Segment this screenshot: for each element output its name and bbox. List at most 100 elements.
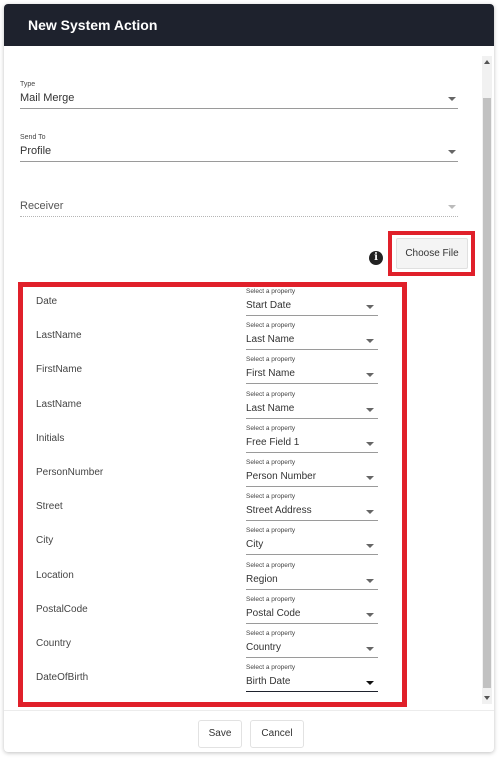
save-button[interactable]: Save [198, 720, 242, 748]
property-select-hint: Select a property [246, 459, 296, 466]
property-select-value-row: Birth Date [246, 674, 378, 692]
mapping-field-name: Location [36, 570, 74, 581]
mapping-row: LastName Select a property Last Name [36, 320, 378, 352]
mapping-row: LastName Select a property Last Name [36, 389, 378, 421]
property-value: Start Date [246, 300, 292, 311]
chevron-down-icon [366, 339, 374, 343]
mapping-field-name: LastName [36, 330, 82, 341]
chevron-down-icon [366, 305, 374, 309]
property-select-hint: Select a property [246, 391, 296, 398]
mapping-row: DateOfBirth Select a property Birth Date [36, 662, 378, 694]
property-select[interactable]: Select a property Country [246, 628, 378, 660]
property-select-value-row: City [246, 537, 378, 555]
mapping-field-name: PostalCode [36, 604, 88, 615]
mapping-field-name: LastName [36, 399, 82, 410]
chevron-down-icon [366, 510, 374, 514]
property-select[interactable]: Select a property City [246, 525, 378, 557]
mapping-row: FirstName Select a property First Name [36, 354, 378, 386]
mapping-field-name: DateOfBirth [36, 672, 89, 683]
chevron-down-icon [366, 476, 374, 480]
property-select[interactable]: Select a property First Name [246, 354, 378, 386]
footer-divider [4, 710, 494, 711]
mapping-row: Date Select a property Start Date [36, 286, 378, 318]
new-system-action-dialog: New System Action Type Mail Merge Send T… [4, 4, 494, 752]
dialog-title: New System Action [28, 17, 158, 33]
property-select[interactable]: Select a property Start Date [246, 286, 378, 318]
send-to-field: Send To Profile [20, 133, 458, 162]
mapping-field-name: Country [36, 638, 72, 649]
property-select[interactable]: Select a property Postal Code [246, 594, 378, 626]
chevron-down-icon [366, 647, 374, 651]
chevron-down-icon [448, 97, 456, 101]
choose-file-button[interactable]: Choose File [396, 238, 468, 269]
mapping-field-name: Street [36, 501, 63, 512]
property-value: Free Field 1 [246, 437, 300, 448]
mapping-row: Location Select a property Region [36, 560, 378, 592]
property-value: Postal Code [246, 608, 301, 619]
type-label: Type [20, 81, 36, 88]
property-select[interactable]: Select a property Last Name [246, 389, 378, 421]
property-select[interactable]: Select a property Region [246, 560, 378, 592]
property-select-value-row: Free Field 1 [246, 435, 378, 453]
mapping-row: Initials Select a property Free Field 1 [36, 423, 378, 455]
dialog-header: New System Action [4, 4, 494, 46]
property-value: Region [246, 574, 278, 585]
chevron-down-icon [448, 205, 456, 209]
send-to-select[interactable]: Profile [20, 142, 458, 162]
property-select-hint: Select a property [246, 596, 296, 603]
property-value: First Name [246, 368, 295, 379]
scrollbar[interactable] [482, 56, 492, 704]
chevron-down-icon [366, 373, 374, 377]
chevron-down-icon [366, 613, 374, 617]
mapping-row: PostalCode Select a property Postal Code [36, 594, 378, 626]
property-select-value-row: Country [246, 640, 378, 658]
mapping-row: Street Select a property Street Address [36, 491, 378, 523]
property-select-hint: Select a property [246, 322, 296, 329]
scrollbar-thumb[interactable] [483, 98, 491, 688]
property-select-hint: Select a property [246, 425, 296, 432]
cancel-button[interactable]: Cancel [250, 720, 304, 748]
property-select-value-row: Start Date [246, 298, 378, 316]
receiver-select[interactable]: Receiver [20, 197, 458, 217]
property-select-hint: Select a property [246, 562, 296, 569]
mapping-field-name: City [36, 535, 54, 546]
mapping-field-name: Date [36, 296, 58, 307]
chevron-down-icon [366, 442, 374, 446]
chevron-down-icon [366, 544, 374, 548]
property-select-value-row: Last Name [246, 401, 378, 419]
property-value: Birth Date [246, 676, 291, 687]
mapping-field-name: Initials [36, 433, 65, 444]
property-value: Last Name [246, 334, 295, 345]
chevron-down-icon [366, 681, 374, 685]
chevron-down-icon [366, 579, 374, 583]
property-select-hint: Select a property [246, 356, 296, 363]
receiver-value: Receiver [20, 200, 64, 212]
type-select[interactable]: Mail Merge [20, 89, 458, 109]
scroll-up-arrow-icon[interactable] [484, 60, 490, 64]
type-field: Type Mail Merge [20, 80, 458, 109]
mapping-row: Country Select a property Country [36, 628, 378, 660]
scroll-down-arrow-icon[interactable] [484, 696, 490, 700]
property-select[interactable]: Select a property Person Number [246, 457, 378, 489]
property-select[interactable]: Select a property Free Field 1 [246, 423, 378, 455]
mapping-field-name: PersonNumber [36, 467, 104, 478]
chevron-down-icon [366, 408, 374, 412]
property-select-hint: Select a property [246, 288, 296, 295]
chevron-down-icon [448, 150, 456, 154]
property-select-value-row: Street Address [246, 503, 378, 521]
property-value: Person Number [246, 471, 317, 482]
receiver-field: Receiver [20, 197, 458, 217]
type-value: Mail Merge [20, 92, 75, 104]
send-to-label: Send To [20, 134, 46, 141]
property-select[interactable]: Select a property Last Name [246, 320, 378, 352]
info-icon[interactable]: i [369, 251, 383, 265]
mapping-row: City Select a property City [36, 525, 378, 557]
property-select[interactable]: Select a property Street Address [246, 491, 378, 523]
property-select-value-row: First Name [246, 366, 378, 384]
property-select-hint: Select a property [246, 664, 296, 671]
property-value: Street Address [246, 505, 312, 516]
mapping-field-name: FirstName [36, 364, 83, 375]
property-select-value-row: Last Name [246, 332, 378, 350]
property-select[interactable]: Select a property Birth Date [246, 662, 378, 694]
mapping-row: PersonNumber Select a property Person Numb… [36, 457, 378, 489]
